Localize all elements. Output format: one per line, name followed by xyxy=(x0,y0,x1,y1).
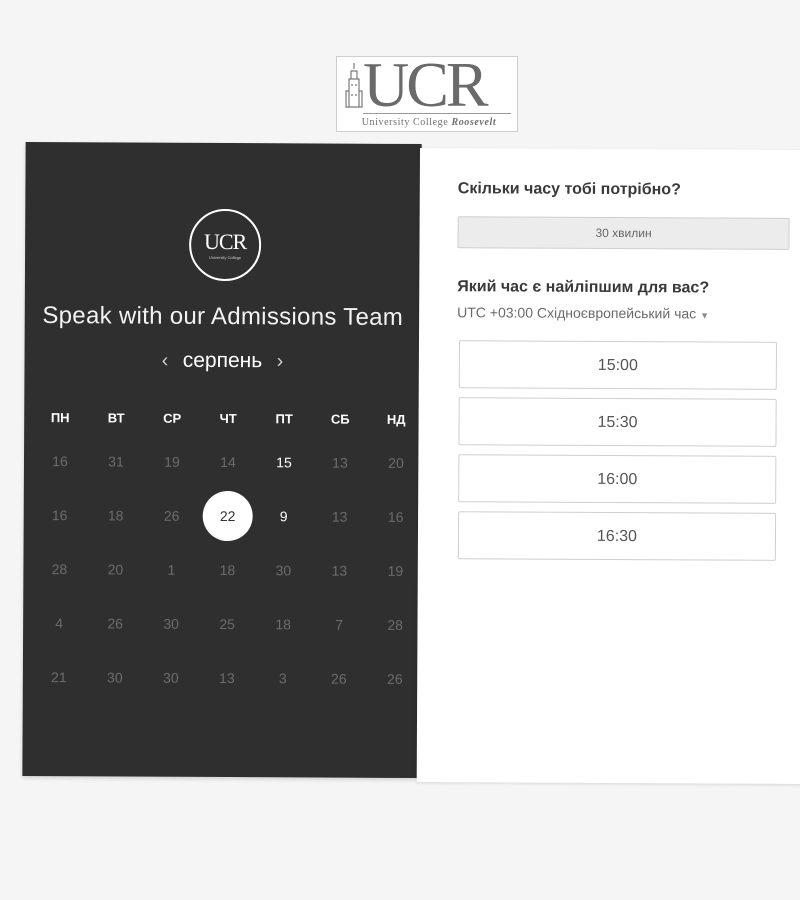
calendar-day: 26 xyxy=(163,507,180,524)
calendar-day: 20 xyxy=(388,454,404,471)
calendar-day: 25 xyxy=(219,615,235,633)
panel-logo: UCR University College xyxy=(188,208,262,282)
calendar-week: 16 31 19 14 15 13 20 xyxy=(32,434,424,490)
month-navigation: ‹ серпень › xyxy=(24,348,420,374)
calendar-day-selected[interactable]: 22 xyxy=(200,490,256,542)
logo-rule xyxy=(363,113,511,114)
next-month-button[interactable]: › xyxy=(267,350,294,373)
logo-subtitle-regular: University College xyxy=(361,117,449,128)
brand-logo: UCR University College Roosevelt xyxy=(336,49,518,132)
weekday-label: ВТ xyxy=(107,410,125,426)
calendar-day: 19 xyxy=(164,453,180,470)
logo-subtitle: University College Roosevelt xyxy=(345,117,513,128)
time-slot-button[interactable]: 15:30 xyxy=(458,397,777,447)
time-slot-button[interactable]: 15:00 xyxy=(458,340,777,390)
month-label: серпень xyxy=(182,348,263,373)
panel-logo-subtitle: University College xyxy=(208,254,242,260)
calendar-day: 28 xyxy=(51,561,68,578)
timezone-label: UTC +03:00 Східноєвропейський час xyxy=(457,304,697,322)
calendar-day: 30 xyxy=(275,562,292,579)
logo-letters: UCR xyxy=(363,49,489,120)
weekday-label: ПН xyxy=(50,410,70,426)
time-slot-button[interactable]: 16:30 xyxy=(457,511,777,561)
calendar-day: 20 xyxy=(107,561,124,578)
calendar-title: Speak with our Admissions Team xyxy=(42,302,404,331)
calendar-week: 4 26 30 25 18 7 28 xyxy=(31,596,423,652)
calendar-day: 13 xyxy=(332,454,348,471)
timezone-dropdown[interactable]: UTC +03:00 Східноєвропейський час ▼ xyxy=(457,304,709,321)
calendar-day: 7 xyxy=(335,616,344,633)
calendar-day: 31 xyxy=(108,453,124,470)
calendar-day: 14 xyxy=(220,453,236,471)
calendar-week: 16 18 26 22 9 13 16 xyxy=(32,488,424,544)
calendar-day: 19 xyxy=(387,562,404,579)
tower-icon xyxy=(345,63,363,108)
calendar-day: 18 xyxy=(275,616,291,633)
time-question: Який час є найліпшим для вас? xyxy=(457,278,710,297)
calendar-day: 13 xyxy=(219,669,235,687)
calendar-day: 16 xyxy=(51,507,68,524)
booking-panel: Скільки часу тобі потрібно? 30 хвилин Як… xyxy=(416,148,800,785)
calendar-day: 30 xyxy=(163,669,179,686)
calendar-grid: 16 31 19 14 15 13 20 16 18 26 22 9 13 16… xyxy=(31,434,424,706)
calendar-day: 3 xyxy=(278,670,287,687)
prev-month-button[interactable]: ‹ xyxy=(152,349,179,372)
calendar-week: 21 30 30 13 3 26 26 xyxy=(31,650,423,706)
duration-question: Скільки часу тобі потрібно? xyxy=(457,180,681,199)
calendar-day: 13 xyxy=(331,508,348,525)
time-slot-button[interactable]: 16:00 xyxy=(458,454,777,504)
calendar-day: 28 xyxy=(387,616,403,633)
panel-logo-letters: UCR xyxy=(203,228,247,254)
calendar-day: 13 xyxy=(331,562,348,579)
calendar-day: 26 xyxy=(107,615,123,632)
weekday-header: ПН ВТ СР ЧТ ПТ СБ НД xyxy=(32,410,424,427)
weekday-label: НД xyxy=(386,411,406,427)
calendar-day: 18 xyxy=(219,561,236,579)
weekday-label: СР xyxy=(163,410,182,426)
calendar-day-available[interactable]: 15 xyxy=(256,437,312,487)
calendar-day: 16 xyxy=(52,453,68,470)
weekday-label: СБ xyxy=(330,411,350,427)
caret-down-icon: ▼ xyxy=(700,310,710,321)
calendar-week: 28 20 1 18 30 13 19 xyxy=(31,542,423,598)
calendar-day: 30 xyxy=(107,669,123,686)
selected-day-bubble[interactable]: 22 xyxy=(202,490,253,542)
calendar-day: 1 xyxy=(167,561,176,578)
calendar-panel: UCR University College Speak with our Ad… xyxy=(22,141,424,779)
calendar-day: 21 xyxy=(51,669,67,686)
calendar-day-available[interactable]: 9 xyxy=(256,491,312,541)
calendar-day: 16 xyxy=(387,508,404,525)
weekday-label: ПТ xyxy=(275,411,293,427)
calendar-day: 4 xyxy=(55,615,64,632)
logo-subtitle-italic: Roosevelt xyxy=(451,117,497,128)
calendar-day: 18 xyxy=(107,507,124,524)
duration-select[interactable]: 30 хвилин xyxy=(457,216,790,250)
calendar-day: 26 xyxy=(331,670,347,687)
calendar-day: 30 xyxy=(163,615,179,632)
calendar-day: 26 xyxy=(387,670,403,687)
weekday-label: ЧТ xyxy=(219,410,237,427)
